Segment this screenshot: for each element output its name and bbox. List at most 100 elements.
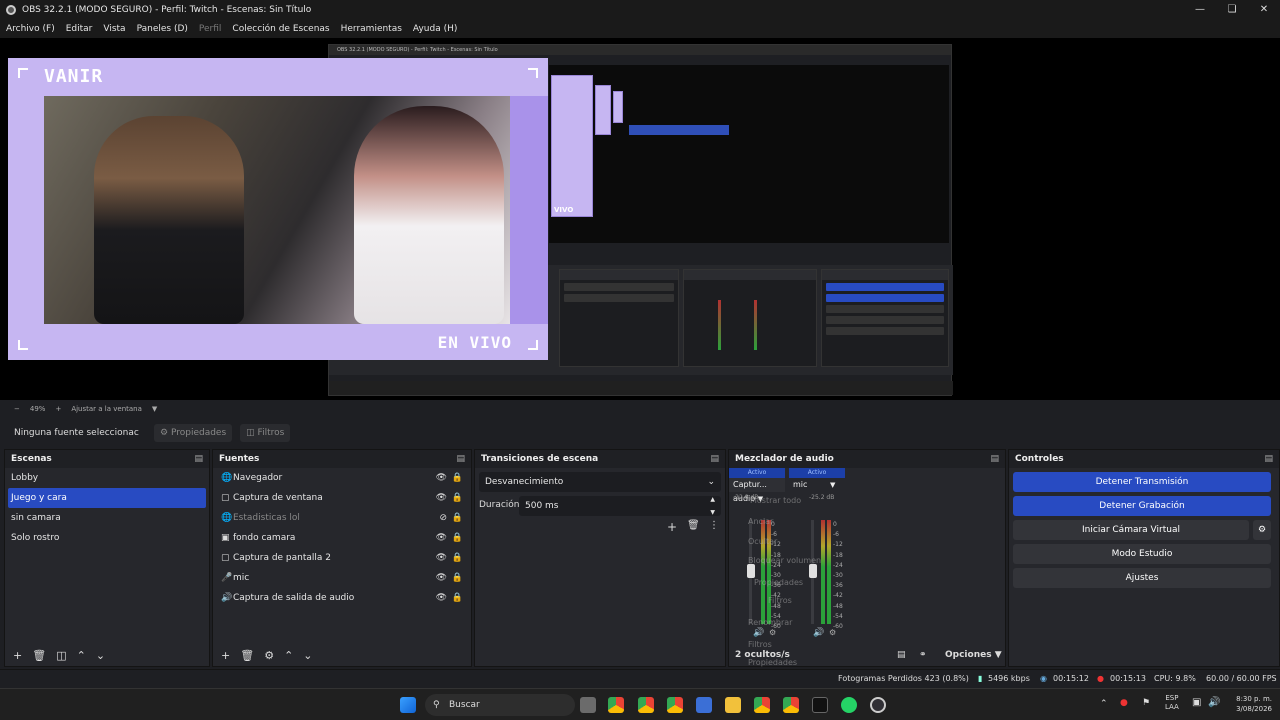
chrome-icon[interactable]: [667, 697, 683, 713]
stop-streaming-button[interactable]: Detener Transmisión: [1013, 472, 1271, 492]
transition-select[interactable]: Desvanecimiento ⌄: [479, 472, 721, 492]
chrome-icon[interactable]: [783, 697, 799, 713]
chevron-up-icon[interactable]: ⌃: [1100, 699, 1108, 709]
add-icon[interactable]: +: [221, 649, 230, 662]
network-icon[interactable]: ▣: [1192, 697, 1201, 708]
start-virtual-camera-button[interactable]: Iniciar Cámara Virtual: [1013, 520, 1249, 540]
speaker-icon[interactable]: 🔊: [753, 628, 764, 638]
chrome-icon[interactable]: [608, 697, 624, 713]
source-item[interactable]: 🎤mic 👁 🔒: [213, 568, 471, 588]
dock-menu-icon[interactable]: ▤: [194, 450, 203, 468]
zoom-in-button[interactable]: +: [55, 405, 61, 413]
move-down-icon[interactable]: ⌄: [303, 649, 312, 662]
chrome-icon[interactable]: [754, 697, 770, 713]
language-indicator[interactable]: ESP LAA: [1165, 694, 1179, 712]
tray-app-icon[interactable]: ●: [1120, 698, 1128, 708]
eye-icon[interactable]: 👁: [436, 568, 447, 588]
menu-paneles[interactable]: Paneles (D): [137, 24, 188, 34]
close-icon[interactable]: ✕: [1248, 0, 1280, 20]
stop-recording-button[interactable]: Detener Grabación: [1013, 496, 1271, 516]
menu-herramientas[interactable]: Herramientas: [341, 24, 402, 34]
scene-item[interactable]: Solo rostro: [5, 528, 209, 548]
channel-name[interactable]: Captur... audio ▼: [729, 478, 785, 503]
taskbar-search[interactable]: ⚲ Buscar: [425, 694, 575, 716]
layout-icon[interactable]: ▤: [897, 650, 906, 660]
gear-icon[interactable]: ⚙: [264, 649, 274, 662]
source-item[interactable]: 🔊Captura de salida de audio 👁 🔒: [213, 588, 471, 608]
settings-button[interactable]: Ajustes: [1013, 568, 1271, 588]
scene-item[interactable]: sin camara: [5, 508, 209, 528]
minimize-icon[interactable]: —: [1184, 0, 1216, 20]
dock-menu-icon[interactable]: ▤: [710, 450, 719, 468]
task-view-icon[interactable]: [580, 697, 596, 713]
move-up-icon[interactable]: ⌃: [77, 649, 86, 662]
filters-button[interactable]: ◫ Filtros: [240, 424, 291, 442]
filter-icon[interactable]: ◫: [56, 649, 66, 662]
properties-button[interactable]: ⚙ Propiedades: [154, 424, 233, 442]
eye-icon[interactable]: 👁: [436, 468, 447, 488]
studio-mode-button[interactable]: Modo Estudio: [1013, 544, 1271, 564]
lock-icon[interactable]: 🔒: [452, 468, 463, 488]
menu-ayuda[interactable]: Ayuda (H): [413, 24, 457, 34]
lock-icon[interactable]: 🔒: [452, 528, 463, 548]
menu-vista[interactable]: Vista: [103, 24, 125, 34]
add-icon[interactable]: +: [667, 520, 677, 534]
menu-editar[interactable]: Editar: [66, 24, 93, 34]
scene-item[interactable]: Lobby: [5, 468, 209, 488]
volume-icon[interactable]: 🔊: [1208, 697, 1220, 708]
lock-icon[interactable]: 🔒: [452, 508, 463, 528]
store-icon[interactable]: [696, 697, 712, 713]
dock-menu-icon[interactable]: ▤: [990, 450, 999, 468]
duration-input[interactable]: 500 ms ▲ ▼: [519, 496, 721, 516]
lock-icon[interactable]: 🔒: [452, 488, 463, 508]
more-icon[interactable]: ⋮: [709, 520, 719, 531]
options-button[interactable]: Opciones ▼: [945, 650, 1002, 660]
fader-knob[interactable]: [747, 564, 755, 578]
move-down-icon[interactable]: ⌄: [96, 649, 105, 662]
location-icon[interactable]: ⚑: [1142, 698, 1150, 708]
zoom-dropdown-icon[interactable]: ▼: [152, 405, 157, 413]
lock-icon[interactable]: 🔒: [452, 568, 463, 588]
obs-icon[interactable]: [870, 697, 886, 713]
menu-perfil[interactable]: Perfil: [199, 24, 222, 34]
source-item[interactable]: 🌐Estadisticas lol ⊘ 🔒: [213, 508, 471, 528]
zoom-out-button[interactable]: −: [14, 405, 20, 413]
trash-icon[interactable]: 🗑: [32, 649, 46, 662]
lock-icon[interactable]: 🔒: [452, 548, 463, 568]
preview-canvas[interactable]: OBS 32.2.1 (MODO SEGURO) - Perfil: Twitc…: [0, 38, 1280, 400]
zoom-fit[interactable]: Ajustar a la ventana: [71, 405, 142, 413]
eye-icon[interactable]: 👁: [436, 528, 447, 548]
scene-item-selected[interactable]: Juego y cara: [8, 488, 206, 508]
menu-archivo[interactable]: Archivo (F): [6, 24, 55, 34]
channel-name[interactable]: mic ▼: [789, 478, 845, 492]
windows-start-icon[interactable]: [400, 697, 416, 713]
source-item[interactable]: ▢ Captura de pantalla 2 👁 🔒: [213, 548, 471, 568]
eye-icon[interactable]: 👁: [436, 588, 447, 608]
lock-icon[interactable]: 🔒: [452, 588, 463, 608]
clock[interactable]: 8:30 p. m. 3/08/2026: [1228, 694, 1272, 714]
add-icon[interactable]: +: [13, 649, 22, 662]
folder-icon[interactable]: [725, 697, 741, 713]
source-item[interactable]: ▢ Captura de ventana 👁 🔒: [213, 488, 471, 508]
eye-hidden-icon[interactable]: ⊘: [439, 508, 447, 528]
dock-menu-icon[interactable]: ▤: [1264, 450, 1273, 468]
trash-icon[interactable]: 🗑: [240, 649, 254, 662]
source-item[interactable]: ▣ fondo camara 👁 🔒: [213, 528, 471, 548]
eye-icon[interactable]: 👁: [436, 488, 447, 508]
fader-knob[interactable]: [809, 564, 817, 578]
virtual-camera-gear-icon[interactable]: ⚙: [1253, 520, 1271, 540]
chrome-icon[interactable]: [638, 697, 654, 713]
source-item[interactable]: 🌐Navegador 👁 🔒: [213, 468, 471, 488]
trash-icon[interactable]: 🗑: [687, 520, 700, 531]
menu-coleccion[interactable]: Colección de Escenas: [232, 24, 329, 34]
restore-icon[interactable]: ❏: [1216, 0, 1248, 20]
whatsapp-icon[interactable]: [841, 697, 857, 713]
move-up-icon[interactable]: ⌃: [284, 649, 293, 662]
sources-footer: + 🗑 ⚙ ⌃ ⌄: [213, 644, 471, 666]
audio-app-icon[interactable]: [812, 697, 828, 713]
link-icon[interactable]: ⚭: [919, 650, 927, 660]
dock-menu-icon[interactable]: ▤: [456, 450, 465, 468]
spinner-icon[interactable]: ▲ ▼: [710, 493, 715, 519]
speaker-icon[interactable]: 🔊: [813, 628, 824, 638]
eye-icon[interactable]: 👁: [436, 548, 447, 568]
